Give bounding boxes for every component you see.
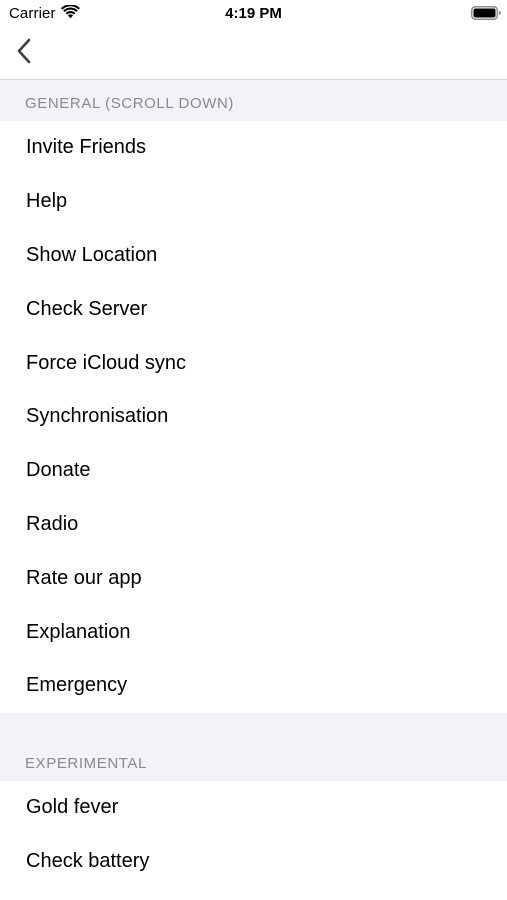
- section-experimental: Gold fever Check battery: [0, 780, 507, 889]
- list-item-donate[interactable]: Donate: [0, 443, 507, 498]
- list-item-help[interactable]: Help: [0, 174, 507, 229]
- chevron-left-icon: [16, 38, 32, 69]
- list-item-check-server[interactable]: Check Server: [0, 282, 507, 337]
- list-item-synchronisation[interactable]: Synchronisation: [0, 389, 507, 444]
- status-time: 4:19 PM: [225, 5, 282, 22]
- section-header-general: GENERAL (SCROLL DOWN): [0, 80, 507, 121]
- list-item-show-location[interactable]: Show Location: [0, 228, 507, 283]
- list-item-invite-friends[interactable]: Invite Friends: [0, 121, 507, 175]
- navigation-bar: [0, 28, 507, 80]
- battery-icon: [471, 6, 501, 20]
- section-general: Invite Friends Help Show Location Check …: [0, 121, 507, 713]
- list-item-force-icloud-sync[interactable]: Force iCloud sync: [0, 336, 507, 390]
- settings-screen: Carrier 4:19 PM GENERAL (SCROLL DOWN) In…: [0, 0, 507, 900]
- section-header-experimental: EXPERIMENTAL: [0, 712, 507, 781]
- status-bar: Carrier 4:19 PM: [0, 0, 507, 28]
- list-item-check-battery[interactable]: Check battery: [0, 834, 507, 889]
- list-item-rate-our-app[interactable]: Rate our app: [0, 551, 507, 606]
- list-item-radio[interactable]: Radio: [0, 497, 507, 552]
- settings-list: GENERAL (SCROLL DOWN) Invite Friends Hel…: [0, 80, 507, 889]
- list-item-gold-fever[interactable]: Gold fever: [0, 780, 507, 835]
- list-item-emergency[interactable]: Emergency: [0, 658, 507, 713]
- back-button[interactable]: [8, 36, 40, 70]
- list-item-explanation[interactable]: Explanation: [0, 605, 507, 659]
